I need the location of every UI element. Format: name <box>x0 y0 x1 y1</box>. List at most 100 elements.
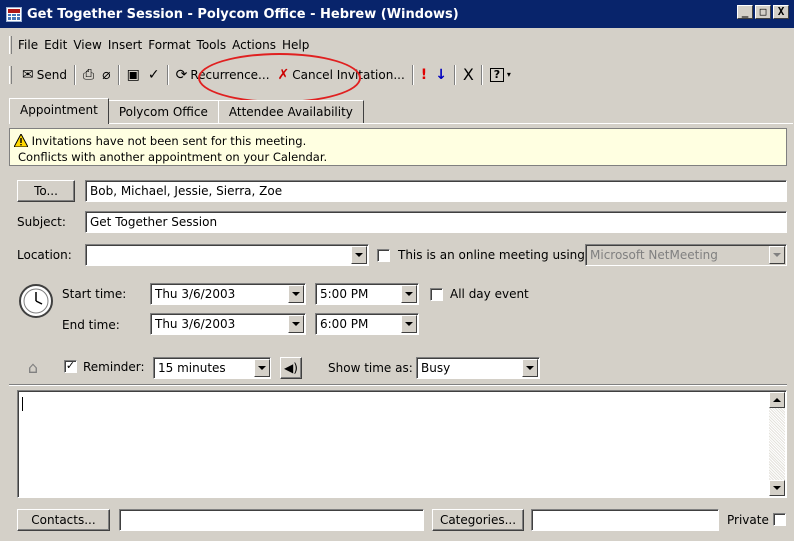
menu-view[interactable]: View <box>73 38 107 52</box>
notes-textarea[interactable] <box>17 390 787 498</box>
help-button[interactable]: ? ▾ <box>486 64 515 86</box>
all-day-label: All day event <box>450 287 529 301</box>
clock-face <box>23 288 49 314</box>
minimize-button[interactable]: _ <box>737 5 753 19</box>
reminder-sound-button[interactable]: ◀) <box>280 357 302 379</box>
online-meeting-label: This is an online meeting using: <box>398 248 589 262</box>
contacts-button[interactable]: Contacts... <box>17 509 110 531</box>
reminder-dropdown-button[interactable] <box>254 359 270 377</box>
divider <box>9 384 787 386</box>
categories-button[interactable]: Categories... <box>432 509 524 531</box>
menu-bar: File Edit View Insert Format Tools Actio… <box>0 34 315 56</box>
reminder-bell-icon: ⌂ <box>27 358 39 377</box>
paperclip-icon: ⌀ <box>102 67 111 83</box>
menu-actions[interactable]: Actions <box>232 38 282 52</box>
recurrence-button[interactable]: ⟳ Recurrence... <box>172 64 274 86</box>
tab-appointment[interactable]: Appointment <box>9 98 109 124</box>
delete-icon: X <box>462 65 474 84</box>
toolbar-separator <box>166 65 169 85</box>
tab-polycom-office[interactable]: Polycom Office <box>107 100 219 124</box>
toolbar-separator <box>73 65 76 85</box>
menu-tools[interactable]: Tools <box>197 38 233 52</box>
scroll-down-button[interactable] <box>769 480 785 496</box>
toolbar-separator <box>411 65 414 85</box>
menu-edit[interactable]: Edit <box>44 38 73 52</box>
tab-bar: Appointment Polycom Office Attendee Avai… <box>9 98 364 124</box>
menu-file[interactable]: File <box>18 38 44 52</box>
tab-attendee-availability[interactable]: Attendee Availability <box>217 100 364 124</box>
maximize-button[interactable]: □ <box>755 5 771 19</box>
end-date-field[interactable]: Thu 3/6/2003 <box>150 313 306 335</box>
info-text-1: Invitations have not been sent for this … <box>31 134 307 148</box>
categories-field[interactable] <box>531 509 719 531</box>
clock-icon <box>19 284 53 318</box>
show-time-as-label: Show time as: <box>328 361 413 375</box>
cancel-invitation-label: Cancel Invitation... <box>292 68 405 82</box>
importance-high-button[interactable]: ! <box>417 64 431 86</box>
warning-icon <box>14 134 28 147</box>
help-icon: ? <box>489 68 504 82</box>
location-dropdown-button[interactable] <box>351 246 367 264</box>
start-time-dropdown-button[interactable] <box>401 285 417 303</box>
cancel-invitation-button[interactable]: ✗ Cancel Invitation... <box>274 64 409 86</box>
title-bar: Get Together Session - Polycom Office - … <box>0 0 794 28</box>
check-names-button[interactable]: ✓ <box>144 64 164 86</box>
chevron-down-icon: ▾ <box>506 70 511 79</box>
menu-grip <box>9 36 12 54</box>
send-icon: ✉ <box>22 67 34 83</box>
send-button[interactable]: ✉ Send <box>18 64 71 86</box>
online-meeting-dropdown-button[interactable] <box>769 246 785 264</box>
to-button[interactable]: To... <box>17 180 75 202</box>
menu-insert[interactable]: Insert <box>108 38 148 52</box>
end-time-dropdown-button[interactable] <box>401 315 417 333</box>
menu-format[interactable]: Format <box>148 38 196 52</box>
printer-icon: ⎙ <box>82 67 95 83</box>
notes-scrollbar[interactable] <box>769 392 785 496</box>
toolbar: ✉ Send ⎙ ⌀ ▣ ✓ ⟳ Recurrence... ✗ Cancel … <box>0 61 515 89</box>
online-meeting-select[interactable]: Microsoft NetMeeting <box>585 244 787 266</box>
attach-button[interactable]: ⌀ <box>98 64 114 86</box>
close-button[interactable]: X <box>773 5 789 19</box>
subject-field[interactable]: Get Together Session <box>85 211 787 233</box>
window-title: Get Together Session - Polycom Office - … <box>27 6 459 22</box>
online-meeting-checkbox[interactable] <box>377 249 390 262</box>
speaker-icon: ◀) <box>284 361 298 375</box>
toolbar-separator <box>117 65 120 85</box>
start-time-label: Start time: <box>62 287 127 301</box>
toolbar-grip <box>9 66 12 84</box>
text-cursor <box>22 397 23 411</box>
toolbar-separator <box>453 65 456 85</box>
contacts-field[interactable] <box>119 509 424 531</box>
importance-low-button[interactable]: ↓ <box>431 64 451 86</box>
send-label: Send <box>36 68 67 82</box>
show-time-as-dropdown-button[interactable] <box>522 359 538 377</box>
address-book-button[interactable]: ▣ <box>123 64 144 86</box>
scroll-up-button[interactable] <box>769 392 785 408</box>
reminder-label: Reminder: <box>83 360 145 374</box>
appointment-app-icon <box>6 6 22 22</box>
toolbar-separator <box>480 65 483 85</box>
subject-label: Subject: <box>17 215 66 229</box>
end-date-dropdown-button[interactable] <box>288 315 304 333</box>
delete-button[interactable]: X <box>459 64 478 86</box>
private-checkbox[interactable] <box>773 513 786 526</box>
appointment-window: Get Together Session - Polycom Office - … <box>0 0 794 541</box>
importance-low-icon: ↓ <box>435 67 447 83</box>
all-day-checkbox[interactable] <box>430 288 443 301</box>
importance-high-icon: ! <box>420 67 428 83</box>
address-book-icon: ▣ <box>126 67 140 83</box>
cancel-invitation-icon: ✗ <box>277 67 290 83</box>
print-button[interactable]: ⎙ <box>79 64 98 86</box>
to-field[interactable]: Bob, Michael, Jessie, Sierra, Zoe <box>85 180 787 202</box>
private-label: Private <box>727 513 769 527</box>
menu-help[interactable]: Help <box>282 38 315 52</box>
location-label: Location: <box>17 248 72 262</box>
start-date-field[interactable]: Thu 3/6/2003 <box>150 283 306 305</box>
start-date-dropdown-button[interactable] <box>288 285 304 303</box>
window-controls: _ □ X <box>737 5 789 19</box>
location-field[interactable] <box>85 244 369 266</box>
check-names-icon: ✓ <box>147 67 160 83</box>
info-text-2: Conflicts with another appointment on yo… <box>18 150 328 164</box>
reminder-checkbox[interactable]: ✓ <box>64 360 77 373</box>
recurrence-label: Recurrence... <box>190 68 270 82</box>
